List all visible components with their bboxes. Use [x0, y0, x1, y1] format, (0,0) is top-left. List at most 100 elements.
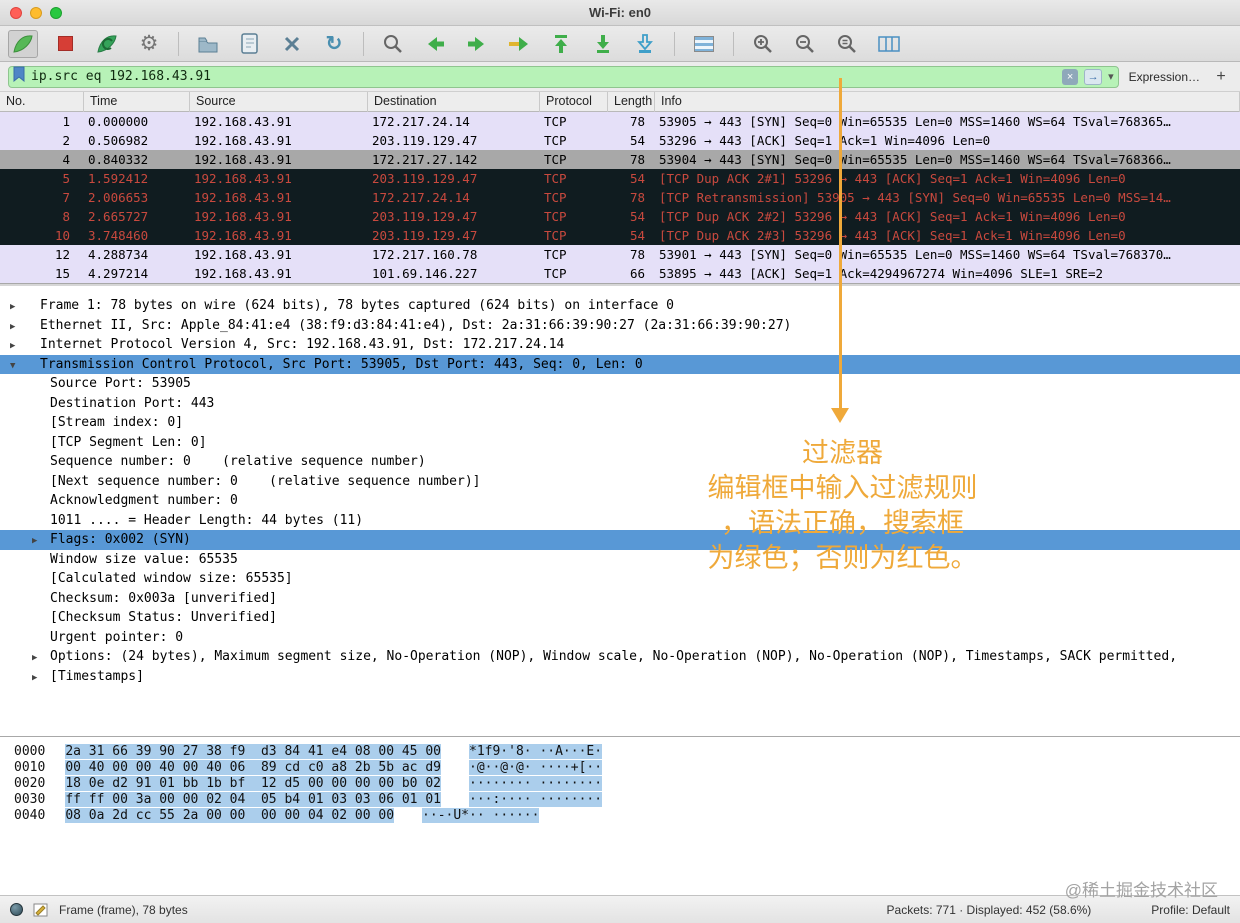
detail-line[interactable]: ▶ [Timestamps] — [0, 667, 1240, 687]
detail-text: [Timestamps] — [50, 668, 144, 684]
go-forward-icon[interactable] — [462, 30, 492, 58]
hex-row[interactable]: 0000 2a 31 66 39 90 27 38 f9 d3 84 41 e4 … — [0, 744, 1240, 760]
packet-row[interactable]: 4 0.840332 192.168.43.91 172.217.27.142 TCP 7… — [0, 150, 1240, 169]
status-profile[interactable]: Profile: Default — [1151, 903, 1230, 917]
detail-text: Frame 1: 78 bytes on wire (624 bits), 78… — [40, 298, 674, 313]
find-packet-icon[interactable] — [378, 30, 408, 58]
packet-row[interactable]: 7 2.006653 192.168.43.91 172.217.24.14 TCP 78… — [0, 188, 1240, 207]
detail-line[interactable]: ▶ Frame 1: 78 bytes on wire (624 bits), 7… — [0, 296, 1240, 316]
collapsed-arrow-icon[interactable]: ▶ — [10, 337, 40, 357]
packet-cell: 12 — [54, 247, 70, 262]
detail-line[interactable]: ▶ Options: (24 bytes), Maximum segment si… — [0, 647, 1240, 667]
hex-row[interactable]: 0020 18 0e d2 91 01 bb 1b bf 12 d5 00 00 … — [0, 776, 1240, 792]
detail-line[interactable]: [Calculated window size: 65535] — [0, 569, 1240, 589]
hex-ascii[interactable]: ··-·U*·· ······ — [422, 808, 540, 823]
zoom-original-icon[interactable] — [832, 30, 862, 58]
detail-text: 1011 .... = Header Length: 44 bytes (11) — [50, 512, 364, 528]
detail-line[interactable]: Urgent pointer: 0 — [0, 628, 1240, 648]
column-header-length[interactable]: Length — [608, 92, 655, 112]
hex-ascii[interactable]: *1f9·'8· ··A···E· — [469, 744, 603, 759]
packet-cell: 5 — [62, 171, 70, 186]
detail-line[interactable]: 1011 .... = Header Length: 44 bytes (11) — [0, 511, 1240, 531]
packet-row[interactable]: 8 2.665727 192.168.43.91 203.119.129.47 TCP 5… — [0, 207, 1240, 226]
detail-line[interactable]: [Next sequence number: 0 (relative seque… — [0, 472, 1240, 492]
packet-cell: TCP — [544, 228, 567, 243]
packet-cell: [TCP Dup ACK 2#3] 53296 → 443 [ACK] Seq=… — [659, 228, 1126, 243]
resize-columns-icon[interactable] — [874, 30, 904, 58]
detail-line[interactable]: ▶ Ethernet II, Src: Apple_84:41:e4 (38:f9… — [0, 316, 1240, 336]
detail-line[interactable]: Sequence number: 0 (relative sequence nu… — [0, 452, 1240, 472]
packet-cell: TCP — [544, 266, 567, 281]
window-title: Wi-Fi: en0 — [589, 5, 651, 20]
reload-file-icon[interactable]: ↻ — [319, 30, 349, 58]
filter-bookmark-icon[interactable] — [13, 66, 25, 87]
packet-row[interactable]: 15 4.297214 192.168.43.91 101.69.146.227 TCP… — [0, 264, 1240, 283]
detail-line[interactable]: [Stream index: 0] — [0, 413, 1240, 433]
hex-bytes[interactable]: 2a 31 66 39 90 27 38 f9 d3 84 41 e4 08 0… — [65, 744, 441, 759]
hex-row[interactable]: 0030 ff ff 00 3a 00 00 02 04 05 b4 01 03 … — [0, 792, 1240, 808]
go-back-icon[interactable] — [420, 30, 450, 58]
colorize-icon[interactable] — [689, 30, 719, 58]
detail-line[interactable]: ▼ Transmission Control Protocol, Src Port… — [0, 354, 1240, 374]
capture-comment-icon[interactable] — [33, 902, 49, 918]
apply-filter-icon[interactable]: → — [1084, 68, 1103, 85]
hex-bytes[interactable]: 18 0e d2 91 01 bb 1b bf 12 d5 00 00 00 0… — [65, 776, 441, 791]
open-file-icon[interactable] — [193, 30, 223, 58]
expression-button[interactable]: Expression… — [1129, 70, 1200, 84]
hex-ascii[interactable]: ·@··@·@· ····+[·· — [469, 760, 603, 775]
detail-line[interactable]: Destination Port: 443 — [0, 394, 1240, 414]
zoom-in-icon[interactable] — [748, 30, 778, 58]
hex-ascii[interactable]: ········ ········ — [469, 776, 603, 791]
expert-info-icon[interactable] — [10, 903, 23, 916]
detail-line[interactable]: ▶ Flags: 0x002 (SYN) — [0, 530, 1240, 550]
column-header-info[interactable]: Info — [655, 92, 1240, 112]
collapsed-arrow-icon[interactable]: ▶ — [10, 298, 40, 318]
packet-cell: 53895 → 443 [ACK] Seq=1 Ack=4294967274 W… — [659, 266, 1104, 281]
zoom-out-icon[interactable] — [790, 30, 820, 58]
hex-ascii[interactable]: ···:···· ········ — [469, 792, 603, 807]
collapsed-arrow-icon[interactable]: ▶ — [32, 532, 50, 552]
hex-offset: 0020 — [14, 776, 46, 791]
capture-options-gear-icon[interactable]: ⚙ — [134, 30, 164, 58]
collapsed-arrow-icon[interactable]: ▶ — [32, 649, 50, 669]
detail-line[interactable]: Source Port: 53905 — [0, 374, 1240, 394]
clear-filter-icon[interactable]: × — [1062, 68, 1079, 85]
add-filter-button[interactable]: + — [1210, 68, 1232, 86]
display-filter-text[interactable]: ip.src eq 192.168.43.91 — [31, 69, 1056, 84]
restart-capture-icon[interactable] — [92, 30, 122, 58]
go-to-top-icon[interactable] — [546, 30, 576, 58]
display-filter-input[interactable]: ip.src eq 192.168.43.91 × → ▾ — [8, 65, 1119, 88]
packet-row[interactable]: 12 4.288734 192.168.43.91 172.217.160.78 TCP… — [0, 245, 1240, 264]
packet-row[interactable]: 2 0.506982 192.168.43.91 203.119.129.47 TCP 5… — [0, 131, 1240, 150]
hex-row[interactable]: 0040 08 0a 2d cc 55 2a 00 00 00 00 04 02 … — [0, 808, 1240, 824]
go-to-bottom-icon[interactable] — [588, 30, 618, 58]
detail-line[interactable]: Window size value: 65535 — [0, 550, 1240, 570]
column-header-time[interactable]: Time — [84, 92, 190, 112]
hex-row[interactable]: 0010 00 40 00 00 40 00 40 06 89 cd c0 a8 … — [0, 760, 1240, 776]
hex-bytes[interactable]: ff ff 00 3a 00 00 02 04 05 b4 01 03 03 0… — [65, 792, 441, 807]
detail-line[interactable]: [Checksum Status: Unverified] — [0, 608, 1240, 628]
hex-bytes[interactable]: 00 40 00 00 40 00 40 06 89 cd c0 a8 2b 5… — [65, 760, 441, 775]
column-header-protocol[interactable]: Protocol — [540, 92, 608, 112]
hex-bytes[interactable]: 08 0a 2d cc 55 2a 00 00 00 00 04 02 00 0… — [65, 808, 395, 823]
packet-row[interactable]: 5 1.592412 192.168.43.91 203.119.129.47 TCP 5… — [0, 169, 1240, 188]
save-file-icon[interactable] — [235, 30, 265, 58]
detail-line[interactable]: Checksum: 0x003a [unverified] — [0, 589, 1240, 609]
packet-row[interactable]: 10 3.748460 192.168.43.91 203.119.129.47 TCP… — [0, 226, 1240, 245]
filter-dropdown-caret-icon[interactable]: ▾ — [1108, 70, 1114, 83]
detail-line[interactable]: ▶ Internet Protocol Version 4, Src: 192.1… — [0, 335, 1240, 355]
collapsed-arrow-icon[interactable]: ▶ — [32, 669, 50, 689]
column-header-no[interactable]: No. — [0, 92, 84, 112]
close-file-icon[interactable] — [277, 30, 307, 58]
detail-line[interactable]: Acknowledgment number: 0 — [0, 491, 1240, 511]
stop-capture-icon[interactable] — [50, 30, 80, 58]
column-header-destination[interactable]: Destination — [368, 92, 540, 112]
column-header-source[interactable]: Source — [190, 92, 368, 112]
detail-line[interactable]: [TCP Segment Len: 0] — [0, 433, 1240, 453]
start-capture-fin-icon[interactable] — [8, 29, 38, 58]
packet-row[interactable]: 1 0.000000 192.168.43.91 172.217.24.14 TCP 78… — [0, 112, 1240, 131]
packet-cell: 4 — [62, 152, 70, 167]
auto-scroll-icon[interactable] — [630, 30, 660, 58]
go-to-packet-icon[interactable] — [504, 30, 534, 58]
hex-offset: 0030 — [14, 792, 46, 807]
